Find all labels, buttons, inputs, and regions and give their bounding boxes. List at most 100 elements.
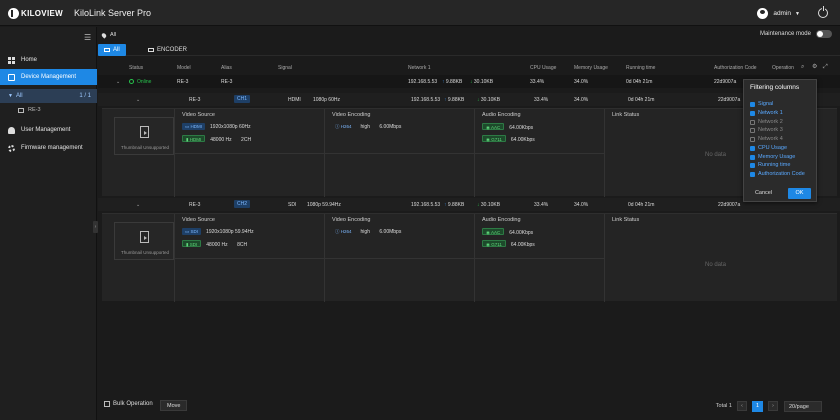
section-title: Audio Encoding	[482, 217, 521, 223]
checkbox-icon	[750, 110, 755, 116]
sidebar-item-firmware-management[interactable]: Firmware management	[0, 140, 97, 156]
chevron-down-icon[interactable]: ⌄	[136, 202, 140, 208]
filter-option-signal[interactable]: Signal	[750, 101, 773, 107]
device-type-tabs: All ENCODER	[98, 44, 840, 56]
chevron-down-icon[interactable]: ⌄	[136, 97, 140, 103]
home-icon	[8, 56, 15, 64]
sidebar-item-device-management[interactable]: Device Management	[0, 69, 97, 85]
signal-type: SDI	[288, 202, 297, 208]
arrow-down-icon: ↓	[477, 97, 480, 103]
sidebar-item-home[interactable]: Home	[0, 52, 97, 68]
tree-node-device[interactable]: RE-3	[18, 107, 41, 113]
tab-all[interactable]: All	[98, 44, 126, 56]
column-memory-usage[interactable]: Memory Usage	[574, 65, 608, 71]
sidebar-item-user-management[interactable]: User Management	[0, 122, 97, 138]
column-alias[interactable]: Alias	[221, 65, 232, 71]
table-row-device[interactable]: ⌄ Online RE-3 RE-3 192.168.5.53 ↑ 9.88KB…	[98, 75, 840, 88]
checkbox-icon	[104, 401, 110, 407]
collapse-menu-icon[interactable]: ☰	[84, 33, 91, 42]
tab-encoder[interactable]: ENCODER	[142, 44, 193, 56]
filter-option-network-2[interactable]: Network 2	[750, 119, 783, 125]
logo-icon	[8, 8, 19, 19]
location-label: All	[110, 32, 117, 38]
app-title: KiloLink Server Pro	[74, 8, 152, 18]
current-page[interactable]: 1	[752, 400, 763, 412]
chevron-down-icon[interactable]: ⌄	[116, 79, 120, 85]
no-data-text: No data	[705, 262, 727, 268]
no-data-text: No data	[705, 152, 727, 158]
thumbnail: Thumbnail Unsupported	[114, 222, 174, 260]
section-title: Video Source	[182, 112, 215, 118]
audio-codec-text: G711	[491, 242, 502, 247]
location-filter[interactable]: All	[98, 27, 840, 43]
power-icon[interactable]	[818, 6, 828, 18]
column-settings-icon[interactable]: ⚙	[812, 64, 818, 70]
video-icon: ▭	[185, 229, 190, 234]
table-row-channel-2[interactable]: ⌄ RE-3 CH2 SDI 1080p 59.94Hz 192.168.5.5…	[98, 198, 840, 211]
audio-source-rate: 48000 Hz	[206, 242, 228, 248]
tree-node-all[interactable]: ▼ All 1 / 1	[0, 89, 97, 103]
checkbox-icon	[750, 154, 755, 160]
sidebar-item-label: User Management	[21, 127, 71, 133]
logo-text: KILOVIEW	[21, 9, 63, 18]
checkbox-icon	[750, 136, 755, 142]
filter-option-authorization-code[interactable]: Authorization Code	[750, 171, 805, 177]
next-page-button[interactable]: ›	[768, 401, 778, 411]
video-encoding-section: Video Encoding ⓘ H264 high 6.00Mbps	[324, 109, 475, 197]
sidebar-item-label: Firmware management	[21, 145, 83, 151]
memory-usage: 34.0%	[574, 79, 589, 85]
video-codec: ⓘ H264	[332, 123, 355, 130]
audio-encoding-section: Audio Encoding ◉ AAC 64.00Kbps ◉ G711 64.0…	[474, 109, 605, 197]
download-value: 30.10KB	[480, 97, 501, 103]
column-running-time[interactable]: Running time	[626, 65, 655, 71]
filter-ok-button[interactable]: OK	[788, 188, 811, 199]
table-row-channel-1[interactable]: ⌄ RE-3 CH1 HDMI 1080p 60Hz 192.168.5.53 …	[98, 93, 840, 106]
filter-cancel-button[interactable]: Cancel	[750, 188, 777, 199]
expand-icon[interactable]: ⤢	[823, 64, 829, 70]
audio-icon: ▮	[186, 137, 189, 142]
video-profile: high	[360, 124, 370, 130]
tree-all-label: All	[15, 93, 23, 99]
maintenance-mode-toggle[interactable]	[816, 30, 832, 38]
column-authorization-code[interactable]: Authorization Code	[714, 65, 757, 71]
top-bar: KILOVIEW KiloLink Server Pro admin ▼	[0, 0, 840, 26]
filter-option-cpu-usage[interactable]: CPU Usage	[750, 145, 787, 151]
arrow-up-icon: ↑	[444, 202, 447, 208]
thumbnail: Thumbnail Unsupported	[114, 117, 174, 155]
search-icon[interactable]: ⌕	[801, 64, 807, 70]
move-button[interactable]: Move	[160, 400, 188, 411]
filter-option-network-4[interactable]: Network 4	[750, 136, 783, 142]
channel-ip: 192.168.5.53	[411, 202, 441, 208]
divider	[175, 258, 325, 259]
page-size-select[interactable]: 20/page	[784, 400, 822, 412]
column-model[interactable]: Model	[177, 65, 191, 71]
bulk-operation-toggle[interactable]: Bulk Operation	[104, 401, 153, 407]
column-cpu-usage[interactable]: CPU Usage	[530, 65, 556, 71]
video-source-section: Video Source ▭ SDI 1920x1080p 59.94Hz ▮ S…	[174, 214, 325, 302]
prev-page-button[interactable]: ‹	[737, 401, 747, 411]
checkbox-icon	[750, 162, 755, 168]
section-title: Link Status	[612, 217, 640, 223]
audio-encoding-section: Audio Encoding ◉ AAC 64.00Kbps ◉ G711 64.0…	[474, 214, 605, 302]
chevron-down-icon: ▼	[8, 93, 13, 99]
audio-codec-text: AAC	[490, 230, 501, 235]
column-network-1[interactable]: Network 1	[408, 65, 431, 71]
filter-option-network-3[interactable]: Network 3	[750, 127, 783, 133]
download-value: 30.10KB	[480, 202, 501, 208]
column-status[interactable]: Status	[129, 65, 143, 71]
filter-option-label: CPU Usage	[758, 145, 788, 151]
signal-format: 1080p 59.94Hz	[307, 202, 341, 208]
user-menu[interactable]: admin ▼	[757, 8, 800, 19]
video-source-resolution: 1920x1080p 60Hz	[210, 124, 251, 130]
filter-option-memory-usage[interactable]: Memory Usage	[750, 154, 795, 160]
channel-badge: CH1	[234, 95, 251, 103]
column-signal[interactable]: Signal	[278, 65, 292, 71]
divider	[175, 153, 325, 154]
video-source-tag: ▭ HDMI	[182, 123, 206, 130]
video-file-icon	[140, 126, 149, 138]
section-title: Video Source	[182, 217, 215, 223]
user-name: admin	[773, 10, 792, 17]
filter-option-running-time[interactable]: Running time	[750, 162, 790, 168]
download-rate: ↓ 30.10KB	[470, 79, 493, 85]
filter-option-network-1[interactable]: Network 1	[750, 110, 783, 116]
